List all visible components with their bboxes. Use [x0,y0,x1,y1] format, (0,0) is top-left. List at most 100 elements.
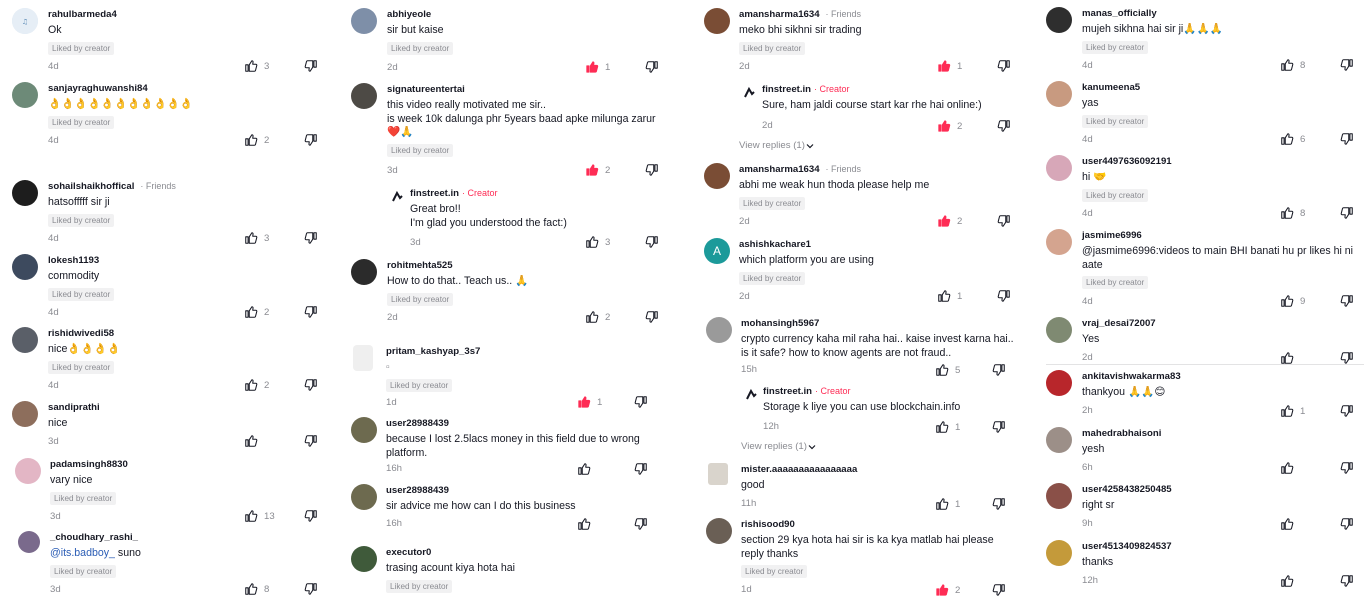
dislike-button[interactable] [645,235,659,249]
dislike-button[interactable] [645,163,659,177]
dislike-button[interactable] [304,59,318,73]
avatar[interactable] [1046,317,1072,343]
avatar[interactable] [706,518,732,544]
like-button[interactable]: 2 [244,378,304,392]
dislike-button[interactable] [997,119,1011,133]
dislike-button[interactable] [304,305,318,319]
dislike-button[interactable] [1340,517,1354,531]
dislike-button[interactable] [1340,294,1354,308]
avatar[interactable] [1046,229,1072,255]
avatar[interactable] [15,458,41,484]
comment-username[interactable]: user28988439 [386,417,646,430]
like-button[interactable] [1280,574,1340,588]
like-button[interactable] [244,434,304,448]
dislike-button[interactable] [992,497,1006,511]
comment-username[interactable]: manas_officially [1082,7,1364,20]
like-button[interactable] [1280,517,1340,531]
comment-username[interactable]: user4513409824537 [1082,540,1364,553]
comment-username[interactable]: finstreet.in [763,386,812,397]
like-button[interactable] [1280,461,1340,475]
like-button[interactable]: 1 [937,289,997,303]
like-button[interactable]: 3 [585,235,645,249]
view-replies-button[interactable]: View replies (1) [741,441,817,452]
like-button[interactable]: 8 [1280,58,1340,72]
comment-username[interactable]: executor0 [386,546,669,559]
like-button[interactable]: 2 [585,163,645,177]
dislike-button[interactable] [1340,58,1354,72]
dislike-button[interactable] [992,363,1006,377]
avatar[interactable] [351,8,377,34]
avatar[interactable] [1046,427,1072,453]
like-button[interactable]: 2 [937,119,997,133]
like-button[interactable]: 13 [244,509,304,523]
avatar[interactable] [1046,370,1072,396]
comment-username[interactable]: finstreet.in [410,188,459,199]
comment-username[interactable]: mohansingh5967 [741,317,1022,330]
avatar[interactable] [353,345,373,371]
avatar[interactable] [351,417,377,443]
comment-username[interactable]: lokesh1193 [48,254,330,267]
avatar[interactable] [351,259,377,285]
dislike-button[interactable] [304,231,318,245]
like-button[interactable]: 1 [1280,404,1340,418]
comment-username[interactable]: amansharma1634 [739,164,820,175]
dislike-button[interactable] [645,310,659,324]
like-button[interactable]: 3 [244,231,304,245]
comment-username[interactable]: _choudhary_rashi_ [50,531,330,544]
like-button[interactable]: 1 [577,395,634,409]
avatar[interactable] [351,83,377,109]
avatar[interactable] [12,254,38,280]
mention-link[interactable]: @its.badboy_ [50,547,115,559]
like-button[interactable]: 1 [937,59,997,73]
dislike-button[interactable] [634,517,648,531]
comment-username[interactable]: mister.aaaaaaaaaaaaaaaa [741,463,1022,476]
avatar[interactable] [387,187,407,207]
avatar[interactable] [704,163,730,189]
avatar[interactable] [12,82,38,108]
like-button[interactable] [577,517,634,531]
like-button[interactable]: 5 [935,363,992,377]
comment-username[interactable]: ashishkachare1 [739,238,1022,251]
comment-username[interactable]: mahedrabhaisoni [1082,427,1364,440]
like-button[interactable]: 2 [585,310,645,324]
dislike-button[interactable] [997,214,1011,228]
avatar[interactable] [351,484,377,510]
like-button[interactable]: 2 [935,583,992,597]
like-button[interactable]: 6 [1280,132,1340,146]
comment-username[interactable]: sandiprathi [48,401,330,414]
comment-username[interactable]: ankitavishwakarma83 [1082,370,1364,383]
comment-username[interactable]: kanumeena5 [1082,81,1364,94]
avatar[interactable] [1046,7,1072,33]
avatar[interactable] [1046,155,1072,181]
dislike-button[interactable] [1340,206,1354,220]
comment-username[interactable]: finstreet.in [762,84,811,95]
like-button[interactable]: 9 [1280,294,1340,308]
avatar[interactable] [351,546,377,572]
dislike-button[interactable] [997,59,1011,73]
comment-username[interactable]: padamsingh8830 [50,458,330,471]
dislike-button[interactable] [634,395,648,409]
comment-username[interactable]: user4497636092191 [1082,155,1364,168]
comment-username[interactable]: amansharma1634 [739,9,820,20]
comment-username[interactable]: sanjayraghuwanshi84 [48,82,330,95]
like-button[interactable]: 1 [585,60,645,74]
dislike-button[interactable] [1340,574,1354,588]
dislike-button[interactable] [1340,404,1354,418]
like-button[interactable]: 3 [244,59,304,73]
comment-username[interactable]: abhiyeole [387,8,669,21]
dislike-button[interactable] [992,583,1006,597]
avatar[interactable] [708,463,728,485]
comment-username[interactable]: rahulbarmeda4 [48,8,330,21]
avatar[interactable] [741,385,761,405]
avatar[interactable] [706,317,732,343]
like-button[interactable]: 2 [244,305,304,319]
avatar[interactable] [739,83,759,103]
like-button[interactable]: 8 [244,582,304,596]
comment-username[interactable]: pritam_kashyap_3s7 [386,345,669,358]
avatar[interactable] [18,531,40,553]
like-button[interactable]: 8 [1280,206,1340,220]
dislike-button[interactable] [634,462,648,476]
like-button[interactable]: 1 [935,497,992,511]
dislike-button[interactable] [304,509,318,523]
avatar[interactable] [1046,483,1072,509]
